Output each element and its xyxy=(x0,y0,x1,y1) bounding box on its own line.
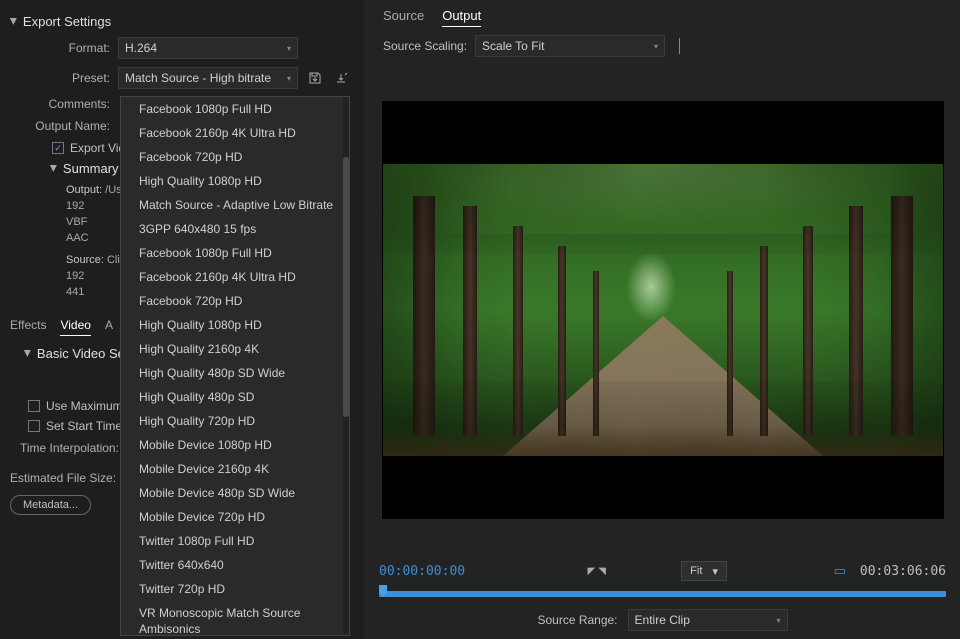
preset-option[interactable]: VR Monoscopic Match Source Ambisonics xyxy=(121,601,349,636)
zoom-fit-select[interactable]: Fit ▾ xyxy=(681,561,727,581)
timeline[interactable] xyxy=(365,589,960,605)
preset-option[interactable]: High Quality 480p SD Wide xyxy=(121,361,349,385)
chevron-down-icon: ▾ xyxy=(777,616,781,625)
preset-option[interactable]: Twitter 1080p Full HD xyxy=(121,529,349,553)
video-frame xyxy=(382,101,944,519)
tab-effects[interactable]: Effects xyxy=(10,318,46,336)
preset-option[interactable]: High Quality 1080p HD xyxy=(121,313,349,337)
tab-source[interactable]: Source xyxy=(383,8,424,27)
tab-audio[interactable]: A xyxy=(105,318,113,336)
preset-option[interactable]: High Quality 1080p HD xyxy=(121,169,349,193)
transport-bar: 00:00:00:00 ◤ ◥ Fit ▾ ▭ 00:03:06:06 xyxy=(365,553,960,589)
chevron-down-icon: ▶ xyxy=(22,350,33,357)
timeline-track[interactable] xyxy=(379,591,946,597)
safe-margins-icon[interactable]: ▭ xyxy=(834,563,846,579)
time-interpolation-label: Time Interpolation: xyxy=(20,441,119,455)
preset-option[interactable]: Mobile Device 2160p 4K xyxy=(121,457,349,481)
source-scaling-select[interactable]: Scale To Fit ▾ xyxy=(475,35,665,57)
output-name-label: Output Name: xyxy=(10,119,110,133)
export-video-checkbox[interactable] xyxy=(52,142,64,154)
tab-output[interactable]: Output xyxy=(442,8,481,27)
preset-option[interactable]: Facebook 2160p 4K Ultra HD xyxy=(121,265,349,289)
panel-title: Export Settings xyxy=(23,14,111,29)
preview-image xyxy=(383,164,943,456)
format-label: Format: xyxy=(10,41,110,55)
chevron-down-icon: ▶ xyxy=(8,18,19,25)
dropdown-scrollbar[interactable] xyxy=(343,97,349,635)
preset-option[interactable]: High Quality 720p HD xyxy=(121,409,349,433)
source-range-label: Source Range: xyxy=(537,613,617,627)
preset-option[interactable]: Twitter 640x640 xyxy=(121,553,349,577)
preset-option[interactable]: Facebook 720p HD xyxy=(121,289,349,313)
use-max-render-checkbox[interactable] xyxy=(28,400,40,412)
chevron-down-icon: ▾ xyxy=(654,42,658,51)
chevron-down-icon: ▶ xyxy=(48,165,59,172)
metadata-button[interactable]: Metadata... xyxy=(10,495,91,515)
tab-video[interactable]: Video xyxy=(60,318,90,336)
preset-option[interactable]: Mobile Device 1080p HD xyxy=(121,433,349,457)
chevron-down-icon: ▾ xyxy=(287,74,291,83)
chevron-down-icon: ▾ xyxy=(287,44,291,53)
timecode-out: 00:03:06:06 xyxy=(860,564,946,579)
preset-option[interactable]: Facebook 2160p 4K Ultra HD xyxy=(121,121,349,145)
preset-label: Preset: xyxy=(10,71,110,85)
preset-select[interactable]: Match Source - High bitrate ▾ xyxy=(118,67,298,89)
preset-dropdown-list[interactable]: Facebook 1080p Full HDFacebook 2160p 4K … xyxy=(120,96,350,636)
preset-option[interactable]: Twitter 720p HD xyxy=(121,577,349,601)
source-range-select[interactable]: Entire Clip ▾ xyxy=(628,609,788,631)
source-scaling-label: Source Scaling: xyxy=(383,39,467,53)
preset-option[interactable]: Mobile Device 480p SD Wide xyxy=(121,481,349,505)
mark-out-icon[interactable]: ◥ xyxy=(598,566,606,577)
preset-option[interactable]: Mobile Device 720p HD xyxy=(121,505,349,529)
preview-panel: Source Output Source Scaling: Scale To F… xyxy=(365,0,960,639)
preset-option[interactable]: Match Source - Adaptive Low Bitrate xyxy=(121,193,349,217)
summary-header: Summary xyxy=(63,161,119,176)
preset-option[interactable]: Facebook 1080p Full HD xyxy=(121,97,349,121)
export-settings-panel: ▶ Export Settings Format: H.264 ▾ Preset… xyxy=(0,0,365,639)
video-preview-area xyxy=(365,67,960,553)
import-preset-icon[interactable] xyxy=(332,69,350,87)
save-preset-icon[interactable] xyxy=(306,69,324,87)
mark-in-icon[interactable]: ◤ xyxy=(588,566,596,577)
preset-option[interactable]: High Quality 480p SD xyxy=(121,385,349,409)
format-select[interactable]: H.264 ▾ xyxy=(118,37,298,59)
text-cursor xyxy=(679,38,680,54)
chevron-down-icon: ▾ xyxy=(712,565,718,578)
set-start-timecode-checkbox[interactable] xyxy=(28,420,40,432)
preset-option[interactable]: High Quality 2160p 4K xyxy=(121,337,349,361)
comments-label: Comments: xyxy=(10,97,110,111)
preset-option[interactable]: Facebook 720p HD xyxy=(121,145,349,169)
timecode-in[interactable]: 00:00:00:00 xyxy=(379,564,465,579)
export-settings-header[interactable]: ▶ Export Settings xyxy=(10,14,355,29)
playhead[interactable] xyxy=(379,585,387,597)
preset-option[interactable]: Facebook 1080p Full HD xyxy=(121,241,349,265)
estimated-size-label: Estimated File Size: xyxy=(10,471,116,485)
preset-option[interactable]: 3GPP 640x480 15 fps xyxy=(121,217,349,241)
